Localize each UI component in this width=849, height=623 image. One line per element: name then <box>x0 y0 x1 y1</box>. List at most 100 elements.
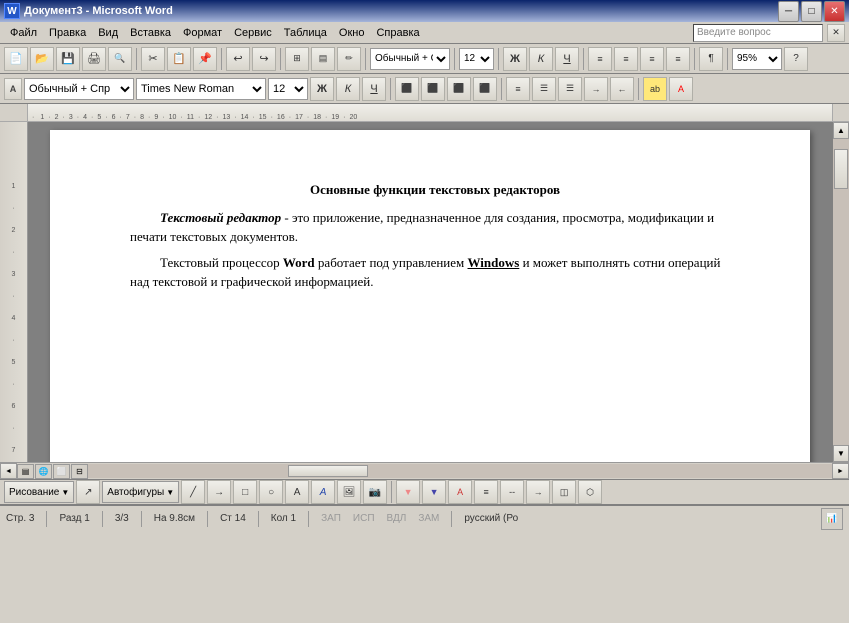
title-controls[interactable]: ─ □ ✕ <box>778 1 845 22</box>
menu-table[interactable]: Таблица <box>278 25 333 41</box>
justify-btn[interactable]: ≡ <box>666 47 690 71</box>
open-btn[interactable]: 📂 <box>30 47 54 71</box>
bold-button[interactable]: Ж <box>310 77 334 101</box>
font-color-draw-btn[interactable]: A <box>448 480 472 504</box>
zoom-select[interactable]: 95% <box>732 48 782 70</box>
align-right-fmt[interactable]: ⬛ <box>447 77 471 101</box>
select-btn[interactable]: ↗ <box>76 480 100 504</box>
cut-btn[interactable]: ✂ <box>141 47 165 71</box>
separator-7 <box>583 48 584 70</box>
indent-btn[interactable]: → <box>584 77 608 101</box>
numlist-btn[interactable]: ☰ <box>558 77 582 101</box>
drawing-btn[interactable]: ✏ <box>337 47 361 71</box>
hscroll-right-btn[interactable]: ► <box>832 463 849 479</box>
menu-window[interactable]: Окно <box>333 25 371 41</box>
redo-btn[interactable]: ↪ <box>252 47 276 71</box>
scroll-track[interactable] <box>833 139 849 445</box>
shadow-btn[interactable]: ◫ <box>552 480 576 504</box>
line-btn[interactable]: ╱ <box>181 480 205 504</box>
scroll-thumb[interactable] <box>834 149 848 189</box>
linespacing-btn[interactable]: ≡ <box>506 77 530 101</box>
menu-file[interactable]: Файл <box>4 25 43 41</box>
status-icon-btn[interactable]: 📊 <box>821 508 843 530</box>
fontsize-selector-top[interactable]: 12 <box>459 48 494 70</box>
oval-btn[interactable]: ○ <box>259 480 283 504</box>
align-center-fmt[interactable]: ⬛ <box>421 77 445 101</box>
para-mark-btn[interactable]: ¶ <box>699 47 723 71</box>
separator-8 <box>694 48 695 70</box>
align-right-btn[interactable]: ≡ <box>640 47 664 71</box>
hscroll-left-btn[interactable]: ◄ <box>0 463 17 479</box>
align-left-fmt[interactable]: ⬛ <box>395 77 419 101</box>
help-btn[interactable]: ? <box>784 47 808 71</box>
document-page[interactable]: Основные функции текстовых редакторов Те… <box>50 130 810 462</box>
print-preview-btn[interactable]: 🔍 <box>108 47 132 71</box>
rect-btn[interactable]: □ <box>233 480 257 504</box>
vertical-scrollbar[interactable]: ▲ ▼ <box>832 122 849 462</box>
image-btn[interactable]: 📷 <box>363 480 387 504</box>
clipart-btn[interactable]: 🖼 <box>337 480 361 504</box>
menu-view[interactable]: Вид <box>92 25 124 41</box>
drawing-arrow: ▼ <box>61 488 69 497</box>
menu-edit[interactable]: Правка <box>43 25 92 41</box>
copy-btn[interactable]: 📋 <box>167 47 191 71</box>
underline-top-btn[interactable]: Ч <box>555 47 579 71</box>
arrow-btn[interactable]: → <box>207 480 231 504</box>
font-selector[interactable]: Times New Roman <box>136 78 266 100</box>
maximize-button[interactable]: □ <box>801 1 822 22</box>
outline-view-btn[interactable]: ⊟ <box>71 464 88 479</box>
menu-format[interactable]: Формат <box>177 25 228 41</box>
hscroll-thumb[interactable] <box>288 465 368 477</box>
layout-view-btn[interactable]: ⬜ <box>53 464 70 479</box>
outdent-btn[interactable]: ← <box>610 77 634 101</box>
line-color-btn[interactable]: ▼ <box>422 480 446 504</box>
fill-color-btn[interactable]: ▼ <box>396 480 420 504</box>
italic-top-btn[interactable]: К <box>529 47 553 71</box>
web-view-btn[interactable]: 🌐 <box>35 464 52 479</box>
align-left-btn[interactable]: ≡ <box>588 47 612 71</box>
autoshapes-btn[interactable]: Автофигуры ▼ <box>102 481 179 503</box>
highlight-btn[interactable]: ab <box>643 77 667 101</box>
fontsize-selector[interactable]: 12 <box>268 78 308 100</box>
columns-btn[interactable]: ▤ <box>311 47 335 71</box>
style-selector[interactable]: Обычный + Спр <box>24 78 134 100</box>
3d-btn[interactable]: ⬡ <box>578 480 602 504</box>
doc-scroll-area[interactable]: Основные функции текстовых редакторов Те… <box>28 122 832 462</box>
undo-btn[interactable]: ↩ <box>226 47 250 71</box>
underline-button[interactable]: Ч <box>362 77 386 101</box>
menu-insert[interactable]: Вставка <box>124 25 177 41</box>
horizontal-scrollbar[interactable]: ◄ ▤ 🌐 ⬜ ⊟ ► <box>0 462 849 479</box>
minimize-button[interactable]: ─ <box>778 1 799 22</box>
table-btn[interactable]: ⊞ <box>285 47 309 71</box>
save-btn[interactable]: 💾 <box>56 47 80 71</box>
italic-button[interactable]: К <box>336 77 360 101</box>
fmt-sep-3 <box>638 78 639 100</box>
scroll-down-btn[interactable]: ▼ <box>833 445 849 462</box>
new-btn[interactable]: 📄 <box>4 47 28 71</box>
paste-btn[interactable]: 📌 <box>193 47 217 71</box>
align-center-btn[interactable]: ≡ <box>614 47 638 71</box>
justify-fmt[interactable]: ⬛ <box>473 77 497 101</box>
style-selector-top[interactable]: Обычный + Спр <box>370 48 450 70</box>
wordart-btn[interactable]: A <box>311 480 335 504</box>
fontcolor-btn[interactable]: A <box>669 77 693 101</box>
help-search-box[interactable]: Введите вопрос <box>693 24 823 42</box>
fmt-sep-1 <box>390 78 391 100</box>
dashstyle-btn[interactable]: -- <box>500 480 524 504</box>
arrowstyle-btn[interactable]: → <box>526 480 550 504</box>
list-btn[interactable]: ☰ <box>532 77 556 101</box>
textbox-btn[interactable]: A <box>285 480 309 504</box>
menu-close-btn[interactable]: ✕ <box>827 24 845 42</box>
menu-service[interactable]: Сервис <box>228 25 278 41</box>
print-btn[interactable]: 🖨 <box>82 47 106 71</box>
menu-help[interactable]: Справка <box>370 25 425 41</box>
hscroll-track[interactable] <box>88 464 832 478</box>
status-sep-2 <box>102 511 103 527</box>
close-button[interactable]: ✕ <box>824 1 845 22</box>
normal-view-btn[interactable]: ▤ <box>17 464 34 479</box>
drawing-menu-btn[interactable]: Рисование ▼ <box>4 481 74 503</box>
scroll-up-btn[interactable]: ▲ <box>833 122 849 139</box>
linestyle-btn[interactable]: ≡ <box>474 480 498 504</box>
status-bar: Стр. 3 Разд 1 3/3 На 9.8см Ст 14 Кол 1 З… <box>0 505 849 531</box>
bold-top-btn[interactable]: Ж <box>503 47 527 71</box>
